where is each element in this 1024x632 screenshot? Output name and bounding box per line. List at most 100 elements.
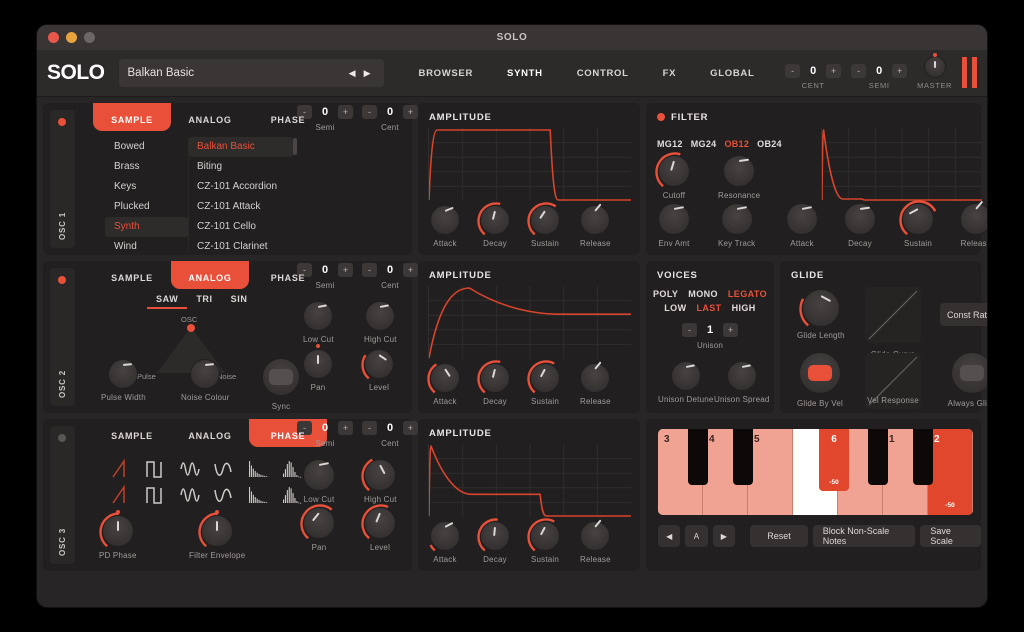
- knob-dial[interactable]: [427, 363, 460, 394]
- glide-curve-editor[interactable]: [865, 287, 921, 343]
- osc1-file-scrollbar[interactable]: [293, 138, 297, 155]
- list-item[interactable]: CZ-101 Cello: [189, 217, 293, 237]
- knob-attack[interactable]: Attack: [430, 205, 460, 248]
- semi-plus-button[interactable]: +: [892, 64, 908, 78]
- knob-decay[interactable]: Decay: [844, 203, 876, 248]
- knob-dial[interactable]: [655, 152, 690, 188]
- knob-dial[interactable]: [429, 521, 460, 552]
- white-key[interactable]: 2 -50: [928, 429, 973, 515]
- knob-attack[interactable]: Attack: [429, 521, 460, 564]
- list-item[interactable]: Keys: [105, 177, 188, 197]
- osc1-semi-value[interactable]: 0: [315, 106, 335, 118]
- knob-glide-length[interactable]: Glide Length: [797, 289, 845, 340]
- list-item[interactable]: Brass: [105, 157, 188, 177]
- knob-unison-spread[interactable]: Unison Spread: [714, 361, 770, 404]
- osc1-cent-minus[interactable]: -: [362, 105, 377, 119]
- knob-dial[interactable]: [303, 301, 334, 331]
- knob-env-amt[interactable]: Env Amt: [658, 203, 690, 248]
- knob-dial[interactable]: [361, 349, 394, 380]
- knob-dial[interactable]: [365, 301, 396, 331]
- scale-keyboard[interactable]: 345712-506-50: [658, 429, 973, 515]
- knob-dial[interactable]: [899, 200, 937, 236]
- semi-minus-button[interactable]: -: [851, 64, 867, 78]
- prev-root-button[interactable]: ◀: [658, 525, 681, 547]
- knob-dial[interactable]: [527, 518, 560, 552]
- knob-release[interactable]: Release: [960, 201, 987, 248]
- next-preset-icon[interactable]: ▶: [360, 68, 375, 79]
- prev-preset-icon[interactable]: ◀: [345, 68, 360, 79]
- knob-decay[interactable]: Decay: [477, 202, 510, 248]
- knob-decay[interactable]: Decay: [477, 360, 510, 406]
- knob-key-track[interactable]: Key Track: [718, 203, 755, 248]
- tab-control[interactable]: CONTROL: [560, 50, 646, 96]
- osc1-cent-value[interactable]: 0: [380, 106, 400, 118]
- tab-global[interactable]: GLOBAL: [693, 50, 771, 96]
- knob-sustain[interactable]: Sustain: [527, 202, 560, 248]
- cent-value[interactable]: 0: [803, 65, 823, 77]
- black-key[interactable]: [913, 429, 933, 485]
- knob-dial[interactable]: [430, 205, 460, 235]
- osc3-amp-envelope-graph[interactable]: [428, 444, 631, 517]
- list-item[interactable]: CZ-101 Clarinet: [189, 237, 293, 257]
- knob-dial[interactable]: [786, 203, 818, 235]
- knob-filter-envelope[interactable]: Filter Envelope: [189, 510, 245, 560]
- reset-scale-button[interactable]: Reset: [750, 525, 808, 547]
- knob-sustain[interactable]: Sustain: [899, 200, 937, 248]
- knob-dial[interactable]: [361, 458, 397, 492]
- knob-dial[interactable]: [799, 289, 840, 327]
- osc2-amp-envelope-graph[interactable]: [428, 286, 698, 359]
- osc1-amp-envelope-graph[interactable]: [428, 128, 631, 201]
- knob-high-cut[interactable]: High Cut: [364, 301, 397, 344]
- cent-plus-button[interactable]: +: [826, 64, 842, 78]
- knob-dial[interactable]: [477, 202, 510, 236]
- list-item[interactable]: Bowed: [105, 137, 188, 157]
- knob-dial[interactable]: [99, 510, 134, 548]
- cent-minus-button[interactable]: -: [785, 64, 801, 78]
- knob-release[interactable]: Release: [580, 519, 611, 564]
- knob-low-cut[interactable]: Low Cut: [303, 301, 334, 344]
- black-key[interactable]: [868, 429, 888, 485]
- tab-fx[interactable]: FX: [646, 50, 694, 96]
- knob-dial[interactable]: [844, 203, 876, 235]
- list-item[interactable]: CZ-101 Attack: [189, 197, 293, 217]
- osc1-tab-sample[interactable]: SAMPLE: [93, 103, 171, 131]
- glide-mode-dropdown[interactable]: Const Rate: [940, 303, 987, 326]
- knob-dial[interactable]: [361, 504, 396, 540]
- osc1-tab-analog[interactable]: ANALOG: [171, 110, 249, 130]
- osc3-enable-led[interactable]: [58, 434, 66, 442]
- master-volume-knob[interactable]: MASTER: [917, 53, 952, 90]
- knob-pan[interactable]: Pan: [300, 504, 335, 552]
- save-scale-button[interactable]: Save Scale: [920, 525, 982, 547]
- knob-noise-colour[interactable]: Noise Colour: [181, 359, 230, 402]
- osc1-cent-plus[interactable]: +: [403, 105, 418, 119]
- knob-level[interactable]: Level: [361, 504, 396, 552]
- knob-sustain[interactable]: Sustain: [527, 360, 560, 406]
- knob-dial[interactable]: [658, 203, 690, 235]
- knob-low-cut[interactable]: Low Cut: [303, 459, 335, 504]
- knob-pulse-width[interactable]: Pulse Width: [101, 359, 146, 402]
- knob-sustain[interactable]: Sustain: [527, 518, 560, 564]
- knob-dial[interactable]: [303, 344, 333, 379]
- knob-decay[interactable]: Decay: [477, 518, 510, 564]
- knob-dial[interactable]: [108, 359, 139, 389]
- osc2-sync-toggle[interactable]: [263, 359, 299, 395]
- osc1-enable-led[interactable]: [58, 118, 66, 126]
- knob-dial[interactable]: [580, 203, 611, 235]
- list-item[interactable]: Wind: [105, 237, 188, 257]
- knob-dial[interactable]: [527, 202, 560, 236]
- knob-resonance[interactable]: Resonance: [718, 155, 760, 200]
- tab-synth[interactable]: SYNTH: [490, 50, 560, 96]
- root-note-display[interactable]: A: [685, 525, 708, 547]
- osc2-enable-led[interactable]: [58, 276, 66, 284]
- knob-attack[interactable]: Attack: [786, 203, 818, 248]
- black-key[interactable]: [733, 429, 753, 485]
- knob-high-cut[interactable]: High Cut: [361, 458, 397, 504]
- knob-level[interactable]: Level: [361, 349, 394, 392]
- knob-dial[interactable]: [580, 361, 611, 393]
- knob-release[interactable]: Release: [580, 361, 611, 406]
- knob-dial[interactable]: [670, 361, 701, 391]
- knob-dial[interactable]: [726, 361, 757, 391]
- semi-value[interactable]: 0: [869, 65, 889, 77]
- osc1-semi-plus[interactable]: +: [338, 105, 353, 119]
- knob-dial[interactable]: [477, 518, 510, 552]
